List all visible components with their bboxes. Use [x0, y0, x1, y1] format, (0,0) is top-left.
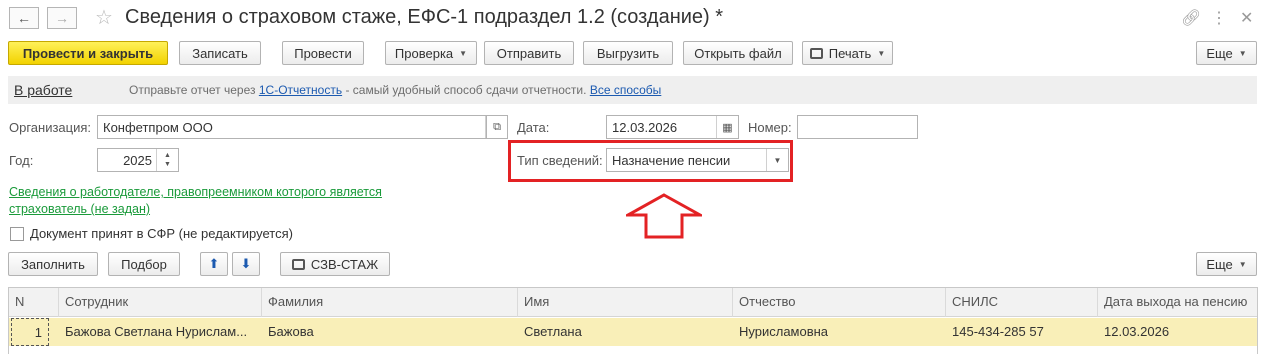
year-value: 2025: [123, 153, 152, 168]
organization-value: Конфетпром ООО: [103, 120, 213, 135]
printer-icon: [291, 258, 305, 270]
open-file-button[interactable]: Открыть файл: [683, 41, 793, 65]
info-message: Отправьте отчет через 1С-Отчетность - са…: [129, 83, 661, 97]
calendar-icon[interactable]: ▦: [716, 116, 738, 138]
column-header-first-name[interactable]: Имя: [518, 288, 733, 317]
highlight-frame: [508, 140, 793, 182]
check-dropdown-button[interactable]: Проверка ▼: [385, 41, 477, 65]
all-methods-link[interactable]: Все способы: [590, 83, 662, 97]
close-icon[interactable]: ✕: [1240, 8, 1253, 28]
arrow-right-icon: →: [55, 10, 69, 26]
fill-button[interactable]: Заполнить: [8, 252, 98, 276]
info-prefix: Отправьте отчет через: [129, 83, 256, 97]
column-header-n[interactable]: N: [9, 288, 59, 317]
year-spinner-icon[interactable]: ▲ ▼: [156, 149, 178, 171]
year-label: Год:: [9, 153, 34, 168]
column-header-last-name[interactable]: Фамилия: [262, 288, 518, 317]
szv-stazh-print-button[interactable]: СЗВ-СТАЖ: [280, 252, 390, 276]
annotation-arrow-icon: [626, 193, 702, 239]
cell-employee[interactable]: Бажова Светлана Нурислам...: [59, 318, 262, 346]
print-dropdown-button[interactable]: Печать ▼: [802, 41, 893, 65]
cell-snils[interactable]: 145-434-285 57: [946, 318, 1098, 346]
caret-down-icon: ▼: [1238, 48, 1247, 58]
szv-label: СЗВ-СТАЖ: [310, 256, 379, 272]
column-header-retirement-date[interactable]: Дата выхода на пенсию: [1098, 288, 1258, 317]
export-button[interactable]: Выгрузить: [583, 41, 673, 65]
successor-info-link[interactable]: Сведения о работодателе, правопреемником…: [9, 184, 409, 218]
cell-last-name[interactable]: Бажова: [262, 318, 518, 346]
info-middle: - самый удобный способ сдачи отчетности.: [345, 83, 587, 97]
arrow-down-icon: ⬇︎: [240, 256, 252, 271]
accepted-checkbox-label: Документ принят в СФР (не редактируется): [30, 226, 293, 241]
favorite-star-icon[interactable]: ☆: [95, 5, 113, 30]
info-bar: В работе Отправьте отчет через 1С-Отчетн…: [8, 76, 1257, 104]
arrow-up-icon: ⬆︎: [208, 256, 220, 271]
more-label: Еще: [1206, 45, 1233, 61]
date-label: Дата:: [517, 120, 550, 135]
open-organization-icon[interactable]: ⧉: [486, 115, 508, 139]
printer-icon: [809, 47, 823, 59]
move-down-button[interactable]: ⬇︎: [232, 252, 260, 276]
cell-retirement-date[interactable]: 12.03.2026: [1098, 318, 1258, 346]
date-field[interactable]: 12.03.2026 ▦: [606, 115, 739, 139]
select-button[interactable]: Подбор: [108, 252, 180, 276]
accepted-checkbox[interactable]: [10, 227, 24, 241]
post-button[interactable]: Провести: [282, 41, 364, 65]
link-icon[interactable]: 🔗︎: [1181, 8, 1201, 28]
status-link[interactable]: В работе: [14, 82, 72, 98]
send-button[interactable]: Отправить: [484, 41, 574, 65]
table-more-button[interactable]: Еще ▼: [1196, 252, 1257, 276]
arrow-left-icon: ←: [17, 10, 31, 26]
cell-n[interactable]: 1: [11, 318, 49, 346]
column-header-employee[interactable]: Сотрудник: [59, 288, 262, 317]
back-button[interactable]: ←: [9, 7, 39, 29]
column-header-patronymic[interactable]: Отчество: [733, 288, 946, 317]
more-actions-button[interactable]: Еще ▼: [1196, 41, 1257, 65]
column-header-snils[interactable]: СНИЛС: [946, 288, 1098, 317]
print-label: Печать: [828, 45, 872, 61]
forward-button[interactable]: →: [47, 7, 77, 29]
check-label: Проверка: [394, 45, 454, 61]
cell-first-name[interactable]: Светлана: [518, 318, 733, 346]
date-value: 12.03.2026: [612, 120, 678, 135]
save-button[interactable]: Записать: [179, 41, 261, 65]
year-field[interactable]: 2025 ▲ ▼: [97, 148, 179, 172]
caret-down-icon: ▼: [877, 48, 886, 58]
table-header: N Сотрудник Фамилия Имя Отчество СНИЛС Д…: [9, 288, 1257, 317]
more-label: Еще: [1206, 256, 1233, 272]
1c-reporting-link[interactable]: 1С-Отчетность: [259, 83, 342, 97]
more-vertical-icon[interactable]: ⋮: [1211, 8, 1227, 28]
organization-label: Организация:: [9, 120, 92, 135]
employees-table: N Сотрудник Фамилия Имя Отчество СНИЛС Д…: [8, 287, 1258, 354]
window-title: Сведения о страховом стаже, ЕФС-1 подраз…: [125, 6, 724, 28]
table-row[interactable]: 1 Бажова Светлана Нурислам... Бажова Све…: [9, 318, 1257, 346]
number-label: Номер:: [748, 120, 792, 135]
cell-patronymic[interactable]: Нурисламовна: [733, 318, 946, 346]
organization-field[interactable]: Конфетпром ООО ▼: [97, 115, 508, 139]
caret-down-icon: ▼: [459, 48, 468, 58]
number-field[interactable]: [797, 115, 918, 139]
caret-down-icon: ▼: [1238, 259, 1247, 269]
move-up-button[interactable]: ⬆︎: [200, 252, 228, 276]
post-and-close-button[interactable]: Провести и закрыть: [8, 41, 168, 65]
